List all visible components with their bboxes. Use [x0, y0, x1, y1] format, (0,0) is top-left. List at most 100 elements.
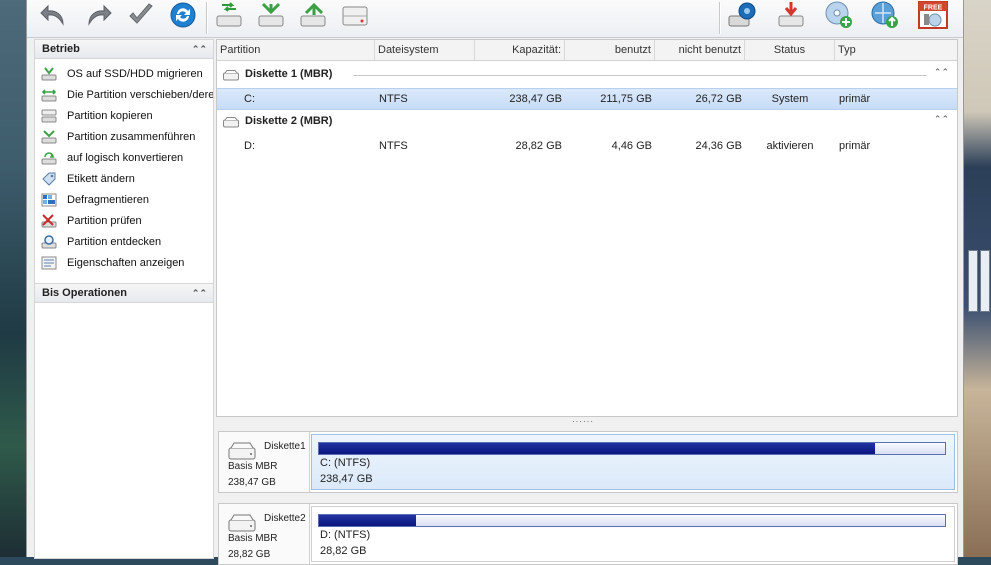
column-header-status[interactable]: Status [745, 40, 835, 60]
sidebar-item-label: OS auf SSD/HDD migrieren [67, 67, 203, 80]
convert-logical-icon [41, 151, 57, 164]
disk-label: Diskette 2 (MBR) [245, 115, 333, 127]
operations-header[interactable]: Betrieb ⌃⌃ [35, 40, 213, 59]
collapse-chevron-icon[interactable]: ⌃⌃ [192, 284, 207, 302]
house-window [968, 250, 978, 312]
disk-group-row[interactable]: Diskette 2 (MBR) ⌃⌃ [217, 111, 957, 133]
collapse-chevron-icon[interactable]: ⌃⌃ [192, 40, 207, 58]
label-icon [42, 172, 56, 186]
disk-map-card[interactable]: Diskette1 Basis MBR 238,47 GB C: (NTFS) … [218, 431, 958, 493]
disk-copy-icon[interactable] [213, 0, 245, 30]
disk-map-info: Diskette2 Basis MBR 28,82 GB [219, 504, 310, 564]
partition-size: 28,82 GB [320, 545, 367, 557]
usage-bar [318, 514, 946, 527]
disk-label: Diskette 1 (MBR) [245, 68, 333, 80]
disk-migrate-icon[interactable] [297, 0, 329, 30]
sidebar-item-change-label[interactable]: Etikett ändern [35, 168, 213, 189]
column-header-capacity[interactable]: Kapazität: [475, 40, 565, 60]
sidebar-item-move-partition[interactable]: Die Partition verschieben/dere [35, 84, 213, 105]
merge-partition-icon [41, 129, 57, 143]
disk-wizard-icon[interactable] [255, 0, 287, 30]
redo-icon[interactable] [83, 0, 115, 30]
cell-capacity: 238,47 GB [509, 93, 562, 105]
sidebar-item-label: Partition prüfen [67, 214, 142, 227]
column-header-type[interactable]: Typ [835, 40, 957, 60]
sidebar-item-defragment[interactable]: Defragmentieren [35, 189, 213, 210]
desktop-background-right [962, 0, 991, 557]
column-header-used[interactable]: benutzt [565, 40, 655, 60]
disk-map-card[interactable]: Diskette2 Basis MBR 28,82 GB D: (NTFS) 2… [218, 503, 958, 565]
cell-filesystem: NTFS [379, 93, 408, 105]
sidebar-item-explore-partition[interactable]: Partition entdecken [35, 231, 213, 252]
explore-partition-icon [41, 234, 57, 248]
sidebar-item-copy-partition[interactable]: Partition kopieren [35, 105, 213, 126]
disk-map-name: Diskette1 [264, 441, 306, 452]
table-header: Partition Dateisystem Kapazität: benutzt… [217, 40, 957, 61]
sidebar-item-label: Etikett ändern [67, 172, 135, 185]
house-window [980, 250, 990, 312]
refresh-icon[interactable] [167, 0, 199, 30]
properties-icon [41, 256, 57, 269]
sidebar-item-convert-logical[interactable]: auf logisch konvertieren [35, 147, 213, 168]
panel-splitter-handle[interactable]: ······ [572, 417, 594, 426]
disk-map-partition[interactable]: D: (NTFS) 28,82 GB [311, 506, 955, 562]
undo-icon[interactable] [37, 0, 69, 30]
cd-add-icon[interactable] [823, 0, 855, 30]
free-badge-icon[interactable]: FREE [917, 0, 949, 30]
cell-unused: 26,72 GB [695, 93, 742, 105]
disk-map-size: 238,47 GB [228, 477, 276, 488]
sidebar-item-label: Partition zusammenführen [67, 130, 196, 143]
column-header-filesystem[interactable]: Dateisystem [375, 40, 475, 60]
usage-bar-fill [319, 443, 875, 454]
collapse-chevron-icon[interactable]: ⌃⌃ [934, 114, 949, 125]
move-partition-icon [41, 88, 57, 101]
sidebar-item-migrate-os[interactable]: OS auf SSD/HDD migrieren [35, 63, 213, 84]
cell-used: 4,46 GB [611, 140, 652, 152]
collapse-chevron-icon[interactable]: ⌃⌃ [934, 67, 949, 78]
toolbar: FREE [27, 0, 963, 38]
operations-panel: Betrieb ⌃⌃ OS auf SSD/HDD migrieren Die … [34, 39, 214, 559]
disk-icon[interactable] [339, 0, 371, 30]
cell-type: primär [839, 93, 871, 105]
toolbar-separator [719, 2, 721, 34]
partition-label: C: (NTFS) [320, 457, 371, 469]
disk-map-info: Diskette1 Basis MBR 238,47 GB [219, 432, 310, 492]
cell-filesystem: NTFS [379, 140, 408, 152]
toolbar-separator [206, 2, 208, 34]
column-header-unused[interactable]: nicht benutzt [655, 40, 745, 60]
hard-disk-icon [228, 442, 256, 460]
sidebar-item-label: Eigenschaften anzeigen [67, 256, 185, 269]
table-row[interactable]: D: NTFS 28,82 GB 4,46 GB 24,36 GB aktivi… [217, 136, 957, 156]
cell-status: aktivieren [766, 140, 814, 152]
network-upload-icon[interactable] [869, 0, 901, 30]
disk-upgrade-icon[interactable] [775, 0, 807, 30]
hard-disk-icon [223, 117, 239, 128]
sidebar-item-check-partition[interactable]: Partition prüfen [35, 210, 213, 231]
migrate-icon [41, 66, 57, 80]
hard-disk-icon [223, 70, 239, 81]
sidebar-item-properties[interactable]: Eigenschaften anzeigen [35, 252, 213, 273]
operations-header-label: Betrieb [42, 43, 80, 55]
app-window: FREE Betrieb ⌃⌃ OS auf SSD/HDD migrieren… [26, 0, 964, 565]
apply-checkmark-icon[interactable] [125, 0, 157, 30]
partition-size: 238,47 GB [320, 473, 373, 485]
disk-group-row[interactable]: Diskette 1 (MBR) ⌃⌃ [217, 64, 957, 86]
sidebar-item-label: Partition kopieren [67, 109, 153, 122]
sidebar-item-label: Partition entdecken [67, 235, 162, 248]
sidebar-item-merge-partition[interactable]: Partition zusammenführen [35, 126, 213, 147]
sidebar-item-label: Die Partition verschieben/dere [67, 88, 213, 101]
cell-type: primär [839, 140, 871, 152]
table-row[interactable]: C: NTFS 238,47 GB 211,75 GB 26,72 GB Sys… [217, 88, 957, 110]
disk-search-icon[interactable] [727, 0, 759, 30]
disk-map-name: Diskette2 [264, 513, 306, 524]
column-header-partition[interactable]: Partition [217, 40, 375, 60]
cell-used: 211,75 GB [600, 93, 652, 105]
sidebar-item-label: Defragmentieren [67, 193, 149, 206]
pending-operations-header[interactable]: Bis Operationen ⌃⌃ [35, 283, 213, 303]
disk-map: Diskette1 Basis MBR 238,47 GB C: (NTFS) … [216, 428, 958, 565]
hard-disk-icon [228, 514, 256, 532]
copy-partition-icon [41, 109, 57, 122]
usage-bar-fill [319, 515, 417, 526]
disk-map-partition[interactable]: C: (NTFS) 238,47 GB [311, 434, 955, 490]
partition-label: D: (NTFS) [320, 529, 371, 541]
